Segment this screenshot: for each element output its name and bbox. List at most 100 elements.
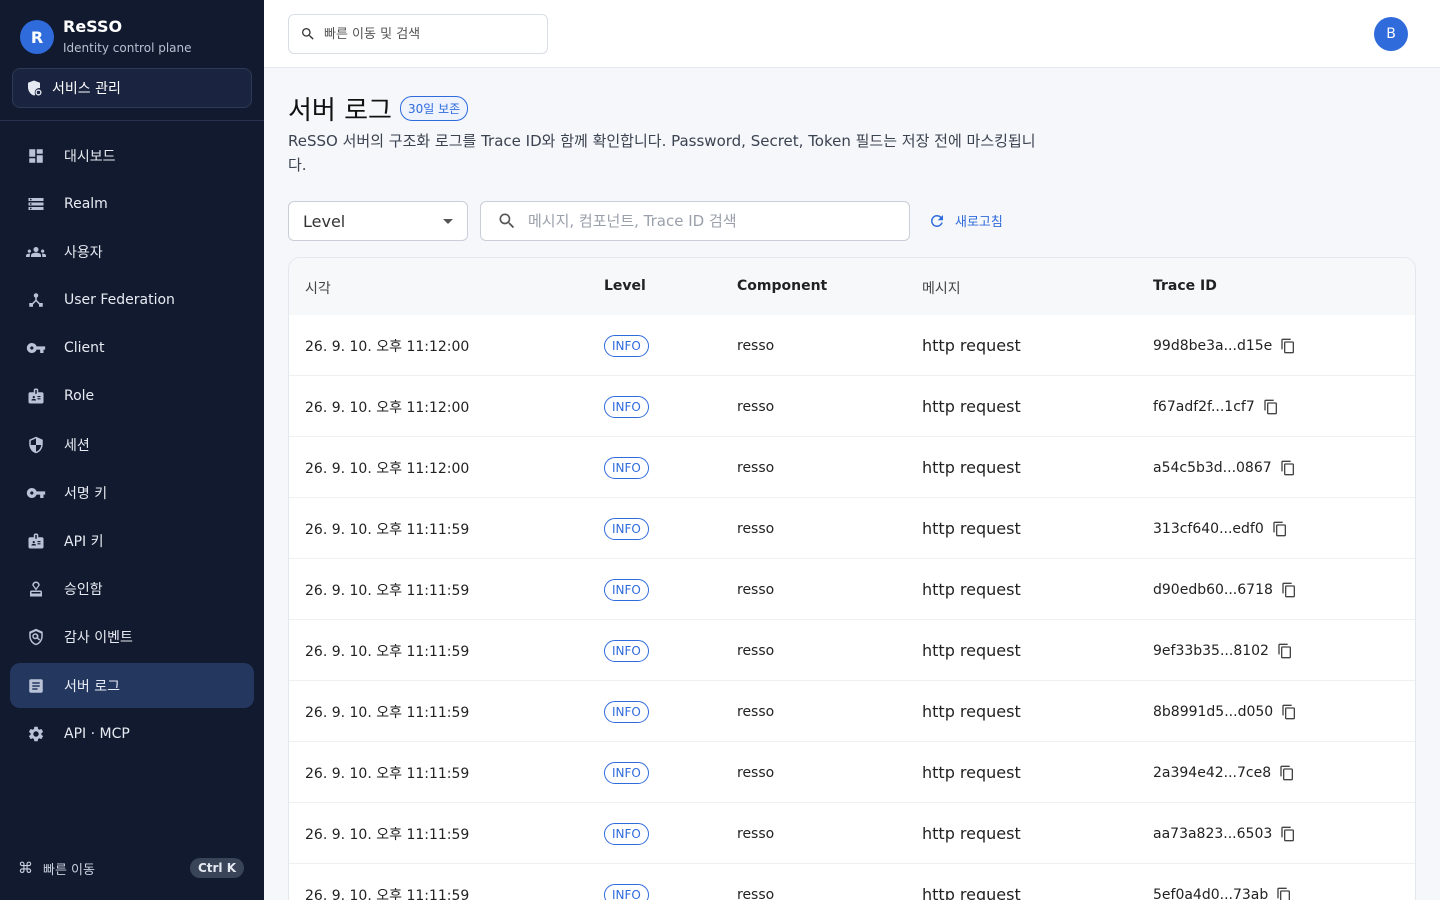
sidebar-item-role[interactable]: Role: [10, 374, 254, 419]
sidebar-item-server-logs[interactable]: 서버 로그: [10, 663, 254, 709]
storage-icon: [28, 197, 44, 210]
level-badge: INFO: [604, 639, 649, 662]
badge-icon: [28, 533, 44, 549]
level-badge: INFO: [604, 761, 649, 784]
page-description: ReSSO 서버의 구조화 로그를 Trace ID와 함께 확인합니다. Pa…: [288, 132, 1036, 174]
sidebar: R ReSSO Identity control plane 서비스 관리 대시…: [0, 0, 264, 900]
log-message: http request: [922, 580, 1021, 599]
global-search-input[interactable]: [324, 26, 524, 42]
log-message: http request: [922, 763, 1021, 782]
table-row[interactable]: 26. 9. 10. 오후 11:12:00 INFO resso http requ…: [289, 376, 1415, 437]
sidebar-item-api-keys[interactable]: API 키: [10, 519, 254, 564]
copy-trace-button[interactable]: [1263, 399, 1279, 415]
log-component: resso: [737, 825, 775, 842]
key-icon: [26, 487, 46, 498]
table-row[interactable]: 26. 9. 10. 오후 11:11:59 INFO resso http requ…: [289, 742, 1415, 803]
sidebar-item-label: Realm: [64, 195, 108, 212]
quick-nav-button[interactable]: ⌘ 빠른 이동 Ctrl K: [18, 856, 244, 880]
copy-trace-button[interactable]: [1281, 704, 1297, 720]
brand-name: ReSSO: [63, 17, 123, 36]
log-message: http request: [922, 641, 1021, 660]
column-header-time[interactable]: 시각: [305, 278, 331, 298]
table-row[interactable]: 26. 9. 10. 오후 11:12:00 INFO resso http requ…: [289, 437, 1415, 498]
command-icon: ⌘: [18, 859, 33, 877]
refresh-icon: [930, 214, 943, 227]
sidebar-item-label: 세션: [64, 437, 90, 454]
sidebar-item-label: 서명 키: [64, 485, 108, 502]
global-search[interactable]: [288, 14, 548, 54]
level-badge: INFO: [604, 822, 649, 845]
log-search[interactable]: [480, 201, 910, 241]
copy-trace-button[interactable]: [1279, 765, 1295, 781]
table-row[interactable]: 26. 9. 10. 오후 11:11:59 INFO resso http requ…: [289, 498, 1415, 559]
level-badge: INFO: [604, 883, 649, 900]
shield-icon: [29, 436, 43, 453]
level-select[interactable]: Level: [288, 201, 468, 241]
brand[interactable]: R ReSSO Identity control plane: [20, 17, 192, 57]
gear-icon: [28, 726, 44, 741]
sidebar-item-users[interactable]: 사용자: [10, 229, 254, 274]
search-icon: [302, 28, 314, 40]
table-row[interactable]: 26. 9. 10. 오후 11:11:59 INFO resso http requ…: [289, 864, 1415, 900]
sidebar-item-api-mcp[interactable]: API · MCP: [10, 711, 254, 756]
trace-id: f67adf2f...1cf7: [1153, 398, 1255, 415]
copy-trace-button[interactable]: [1272, 521, 1288, 537]
log-component: resso: [737, 703, 775, 720]
sidebar-nav: 대시보드 Realm 사용자 User Federation Client Ro…: [10, 133, 254, 759]
log-time: 26. 9. 10. 오후 11:12:00: [305, 338, 470, 355]
copy-trace-button[interactable]: [1276, 887, 1292, 900]
trace-id: a54c5b3d...0867: [1153, 459, 1272, 476]
sidebar-item-approvals[interactable]: 승인함: [10, 567, 254, 612]
copy-trace-button[interactable]: [1280, 826, 1296, 842]
copy-trace-button[interactable]: [1280, 338, 1296, 354]
log-message: http request: [922, 397, 1021, 416]
log-component: resso: [737, 520, 775, 537]
sidebar-item-sessions[interactable]: 세션: [10, 422, 254, 467]
log-message: http request: [922, 885, 1021, 900]
shield-gear-icon: [28, 80, 42, 96]
level-badge: INFO: [604, 578, 649, 601]
column-header-level[interactable]: Level: [604, 278, 646, 294]
level-badge: INFO: [604, 517, 649, 540]
retention-badge: 30일 보존: [399, 96, 469, 121]
sidebar-item-user-federation[interactable]: User Federation: [10, 278, 254, 323]
log-search-input[interactable]: [528, 212, 908, 230]
column-header-component[interactable]: Component: [737, 278, 827, 294]
level-badge: INFO: [604, 456, 649, 479]
copy-icon: [1273, 521, 1286, 536]
table-row[interactable]: 26. 9. 10. 오후 11:11:59 INFO resso http requ…: [289, 681, 1415, 742]
avatar[interactable]: B: [1374, 17, 1408, 51]
page-header: 서버 로그 30일 보존: [288, 90, 469, 127]
copy-trace-button[interactable]: [1280, 460, 1296, 476]
table-row[interactable]: 26. 9. 10. 오후 11:11:59 INFO resso http requ…: [289, 559, 1415, 620]
table-row[interactable]: 26. 9. 10. 오후 11:11:59 INFO resso http requ…: [289, 620, 1415, 681]
log-component: resso: [737, 581, 775, 598]
sidebar-item-signing-keys[interactable]: 서명 키: [10, 470, 254, 515]
approval-icon: [30, 581, 42, 597]
column-header-trace-id[interactable]: Trace ID: [1153, 278, 1217, 294]
sidebar-item-label: 서버 로그: [64, 678, 120, 695]
trace-id: 8b8991d5...d050: [1153, 703, 1274, 720]
topbar: B: [264, 0, 1440, 68]
copy-icon: [1277, 887, 1291, 900]
quick-nav-shortcut: Ctrl K: [189, 858, 244, 878]
copy-icon: [1282, 582, 1295, 597]
copy-icon: [1281, 338, 1295, 353]
sidebar-item-dashboard[interactable]: 대시보드: [10, 133, 254, 178]
level-badge: INFO: [604, 700, 649, 723]
column-header-message[interactable]: 메시지: [922, 278, 961, 298]
sidebar-item-realm[interactable]: Realm: [10, 181, 254, 226]
trace-id: aa73a823...6503: [1153, 825, 1273, 842]
sidebar-item-client[interactable]: Client: [10, 326, 254, 371]
refresh-button[interactable]: 새로고침: [928, 211, 1003, 230]
copy-trace-button[interactable]: [1281, 582, 1297, 598]
trace-id: 313cf640...edf0: [1153, 520, 1264, 537]
refresh-label: 새로고침: [955, 215, 1003, 230]
copy-trace-button[interactable]: [1277, 643, 1293, 659]
service-management-button[interactable]: 서비스 관리: [12, 68, 252, 108]
log-component: resso: [737, 398, 775, 415]
table-row[interactable]: 26. 9. 10. 오후 11:12:00 INFO resso http requ…: [289, 315, 1415, 376]
filter-bar: Level 새로고침: [288, 201, 1048, 241]
table-row[interactable]: 26. 9. 10. 오후 11:11:59 INFO resso http requ…: [289, 803, 1415, 864]
sidebar-item-audit-events[interactable]: 감사 이벤트: [10, 615, 254, 660]
